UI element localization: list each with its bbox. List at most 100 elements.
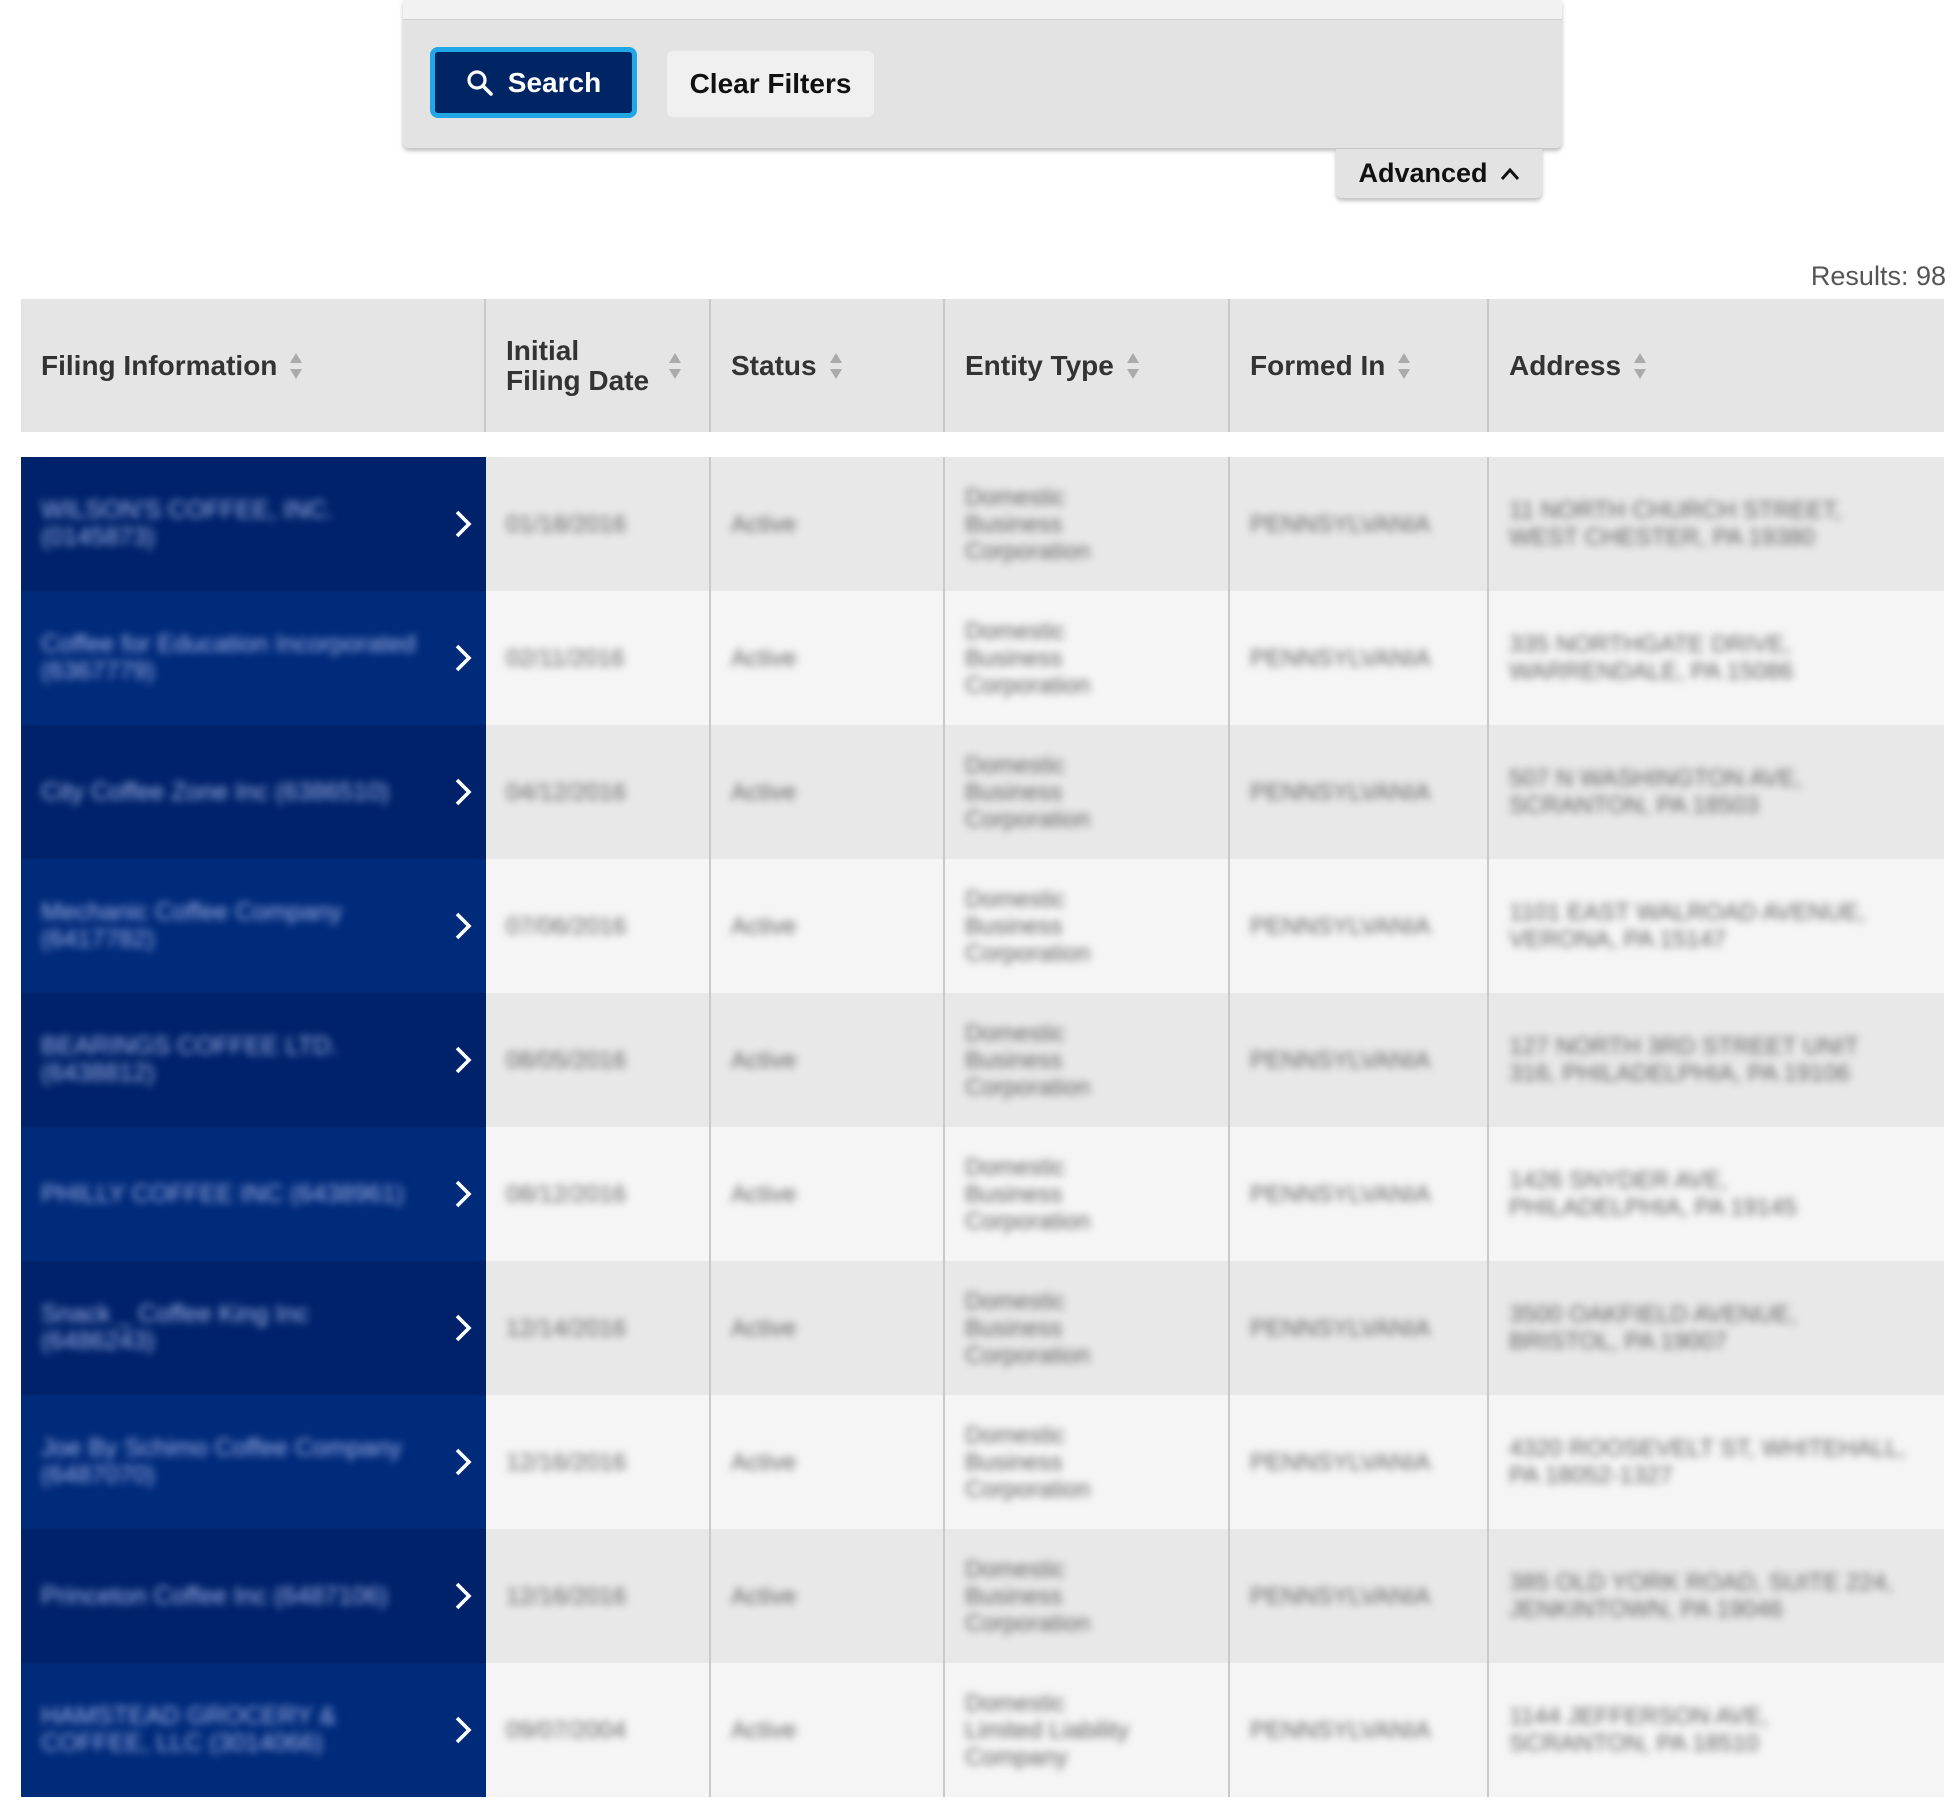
table-cell: PENNSYLVANIA xyxy=(1230,993,1489,1127)
table-cell: 507 N WASHINGTON AVE, SCRANTON, PA 18503 xyxy=(1489,725,1944,859)
header-formed-in[interactable]: Formed In xyxy=(1230,299,1489,432)
formed-in-value: PENNSYLVANIA xyxy=(1250,1046,1431,1074)
table-cell: Active xyxy=(711,591,945,725)
table-cell: 335 NORTHGATE DRIVE, WARRENDALE, PA 1508… xyxy=(1489,591,1944,725)
status-value: Active xyxy=(731,1180,797,1208)
table-cell: PENNSYLVANIA xyxy=(1230,1127,1489,1261)
table-row: PHILLY COFFEE INC (6438961) 08/12/2016 Act… xyxy=(21,1127,1944,1261)
chevron-right-icon xyxy=(455,510,472,538)
clear-filters-label: Clear Filters xyxy=(689,68,852,99)
table-cell: Active xyxy=(711,1663,945,1797)
entity-type-value: Domestic Business Corporation xyxy=(965,1019,1091,1101)
table-cell: 12/16/2016 xyxy=(486,1395,711,1529)
entity-type-value: Domestic Business Corporation xyxy=(965,617,1091,699)
table-cell: Active xyxy=(711,457,945,591)
formed-in-value: PENNSYLVANIA xyxy=(1250,510,1431,538)
status-value: Active xyxy=(731,1314,797,1342)
table-cell: Active xyxy=(711,993,945,1127)
sort-icon xyxy=(1634,352,1647,379)
initial-filing-date: 09/07/2004 xyxy=(506,1716,627,1744)
header-initial-filing-date[interactable]: Initial Filing Date xyxy=(486,299,711,432)
table-cell: 4320 ROOSEVELT ST, WHITEHALL, PA 18052-1… xyxy=(1489,1395,1944,1529)
initial-filing-date: 12/14/2016 xyxy=(506,1314,627,1342)
entity-type-value: Domestic Limited Liability Company xyxy=(965,1689,1130,1771)
initial-filing-date: 08/05/2016 xyxy=(506,1046,627,1074)
initial-filing-date: 12/16/2016 xyxy=(506,1582,627,1610)
clear-filters-button[interactable]: Clear Filters xyxy=(667,51,874,117)
table-cell: 08/12/2016 xyxy=(486,1127,711,1261)
sort-icon xyxy=(1126,352,1139,379)
header-entity-type[interactable]: Entity Type xyxy=(945,299,1230,432)
sort-icon xyxy=(1398,352,1411,379)
chevron-right-icon xyxy=(455,1582,472,1610)
address-value: 127 NORTH 3RD STREET UNIT 316, PHILADELP… xyxy=(1509,1033,1859,1087)
entity-name: WILSON'S COFFEE, INC. (0145873) xyxy=(41,496,334,551)
formed-in-value: PENNSYLVANIA xyxy=(1250,1180,1431,1208)
entity-type-value: Domestic Business Corporation xyxy=(965,885,1091,967)
column-header-label: Status xyxy=(731,349,817,381)
formed-in-value: PENNSYLVANIA xyxy=(1250,778,1431,806)
table-row: Coffee for Education Incorporated (63677… xyxy=(21,591,1944,725)
column-header-label: Initial Filing Date xyxy=(506,334,650,396)
filing-information-link[interactable]: Princeton Coffee Inc (6487106) xyxy=(21,1529,486,1663)
filing-information-link[interactable]: WILSON'S COFFEE, INC. (0145873) xyxy=(21,457,486,591)
table-cell: Active xyxy=(711,1529,945,1663)
table-cell: 04/12/2016 xyxy=(486,725,711,859)
table-cell: Domestic Business Corporation xyxy=(945,457,1230,591)
table-cell: Active xyxy=(711,1127,945,1261)
filing-information-link[interactable]: HAMSTEAD GROCERY & COFFEE, LLC (3014066) xyxy=(21,1663,486,1797)
column-header-label: Filing Information xyxy=(41,349,278,381)
address-value: 385 OLD YORK ROAD, SUITE 224, JENKINTOWN… xyxy=(1509,1569,1893,1623)
table-cell: 1144 JEFFERSON AVE, SCRANTON, PA 18510 xyxy=(1489,1663,1944,1797)
sort-icon xyxy=(829,352,842,379)
filing-information-link[interactable]: City Coffee Zone Inc (6386510) xyxy=(21,725,486,859)
entity-type-value: Domestic Business Corporation xyxy=(965,483,1091,565)
status-value: Active xyxy=(731,778,797,806)
table-cell: 08/05/2016 xyxy=(486,993,711,1127)
filing-information-link[interactable]: Mechanic Coffee Company (6417782) xyxy=(21,859,486,993)
advanced-toggle-button[interactable]: Advanced xyxy=(1336,149,1542,198)
entity-name: Snack _ Coffee King Inc (6486243) xyxy=(41,1300,309,1355)
search-button[interactable]: Search xyxy=(430,47,637,118)
table-cell: 12/16/2016 xyxy=(486,1529,711,1663)
table-row: Mechanic Coffee Company (6417782) 07/06/2… xyxy=(21,859,1944,993)
table-cell: PENNSYLVANIA xyxy=(1230,457,1489,591)
filing-information-link[interactable]: Joe By Schimo Coffee Company (6487070) xyxy=(21,1395,486,1529)
address-value: 507 N WASHINGTON AVE, SCRANTON, PA 18503 xyxy=(1509,765,1802,819)
filing-information-link[interactable]: Snack _ Coffee King Inc (6486243) xyxy=(21,1261,486,1395)
entity-type-value: Domestic Business Corporation xyxy=(965,1421,1091,1503)
initial-filing-date: 12/16/2016 xyxy=(506,1448,627,1476)
filing-information-link[interactable]: Coffee for Education Incorporated (63677… xyxy=(21,591,486,725)
chevron-right-icon xyxy=(455,1180,472,1208)
status-value: Active xyxy=(731,912,797,940)
table-row: Joe By Schimo Coffee Company (6487070) 12… xyxy=(21,1395,1944,1529)
table-cell: Domestic Business Corporation xyxy=(945,725,1230,859)
filing-information-link[interactable]: BEARINGS COFFEE LTD. (6438812) xyxy=(21,993,486,1127)
filter-strip xyxy=(403,0,1562,20)
table-cell: Active xyxy=(711,725,945,859)
filing-information-link[interactable]: PHILLY COFFEE INC (6438961) xyxy=(21,1127,486,1261)
status-value: Active xyxy=(731,1448,797,1476)
sort-icon xyxy=(290,352,303,379)
search-icon xyxy=(467,69,493,96)
chevron-right-icon xyxy=(455,1046,472,1074)
table-cell: Domestic Business Corporation xyxy=(945,1261,1230,1395)
table-cell: 12/14/2016 xyxy=(486,1261,711,1395)
entity-type-value: Domestic Business Corporation xyxy=(965,751,1091,833)
address-value: 4320 ROOSEVELT ST, WHITEHALL, PA 18052-1… xyxy=(1509,1435,1906,1489)
initial-filing-date: 01/18/2016 xyxy=(506,510,627,538)
entity-name: BEARINGS COFFEE LTD. (6438812) xyxy=(41,1032,338,1087)
table-row: BEARINGS COFFEE LTD. (6438812) 08/05/2016… xyxy=(21,993,1944,1127)
header-status[interactable]: Status xyxy=(711,299,945,432)
table-cell: 1426 SNYDER AVE, PHILADELPHIA, PA 19145 xyxy=(1489,1127,1944,1261)
status-value: Active xyxy=(731,1582,797,1610)
sort-icon xyxy=(669,352,681,379)
formed-in-value: PENNSYLVANIA xyxy=(1250,1314,1431,1342)
header-address[interactable]: Address xyxy=(1489,299,1944,432)
table-cell: 1101 EAST WALROAD AVENUE, VERONA, PA 151… xyxy=(1489,859,1944,993)
status-value: Active xyxy=(731,644,797,672)
address-value: 1144 JEFFERSON AVE, SCRANTON, PA 18510 xyxy=(1509,1703,1769,1757)
table-cell: 11 NORTH CHURCH STREET, WEST CHESTER, PA… xyxy=(1489,457,1944,591)
header-filing-information[interactable]: Filing Information xyxy=(21,299,486,432)
table-cell: PENNSYLVANIA xyxy=(1230,1663,1489,1797)
